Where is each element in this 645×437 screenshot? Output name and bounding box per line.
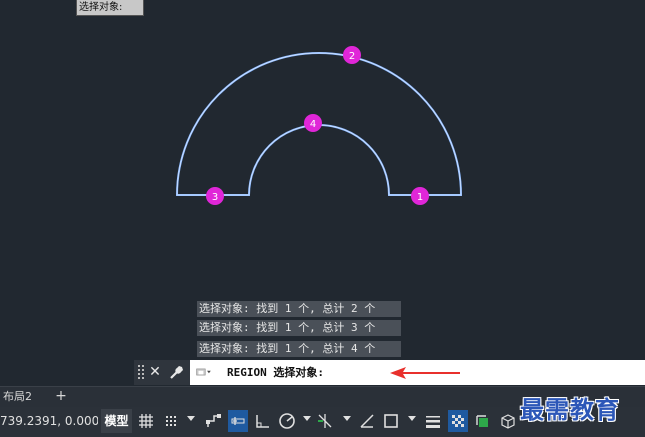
object-snap-dropdown-icon[interactable] — [408, 416, 416, 421]
marker-2: 2 — [343, 46, 361, 64]
close-icon[interactable]: ✕ — [147, 360, 163, 385]
wrench-icon[interactable] — [168, 360, 186, 385]
transparency-icon[interactable] — [448, 410, 468, 432]
add-layout-button[interactable]: + — [52, 387, 70, 406]
snap-dropdown-icon[interactable] — [187, 416, 195, 421]
object-snap-icon[interactable] — [381, 410, 401, 432]
command-prompt-icon[interactable] — [196, 365, 212, 379]
model-space-button[interactable]: 模型 — [101, 409, 132, 433]
command-line-tools: ✕ — [134, 360, 190, 385]
isometric-dropdown-icon[interactable] — [343, 416, 351, 421]
layout-tabs-bar: 布局2 + — [0, 386, 645, 407]
command-history-line-1: 选择对象: 找到 1 个, 总计 2 个 — [197, 301, 401, 317]
polar-dropdown-icon[interactable] — [303, 416, 311, 421]
drawing-canvas[interactable]: 选择对象: 1 2 3 4 选择对象: 找到 1 个, 总计 2 个 选择对象:… — [0, 0, 645, 437]
marker-3: 3 — [206, 187, 224, 205]
polar-tracking-icon[interactable] — [277, 410, 297, 432]
3d-object-snap-icon[interactable] — [498, 410, 518, 432]
object-snap-tracking-icon[interactable] — [357, 410, 377, 432]
marker-4-label: 4 — [310, 119, 316, 130]
command-line: ✕ REGION 选择对象: — [134, 360, 645, 385]
marker-2-label: 2 — [349, 51, 355, 62]
tab-layout-2[interactable]: 布局2 — [0, 387, 42, 406]
selection-cycling-icon[interactable] — [473, 410, 493, 432]
command-input[interactable]: REGION 选择对象: — [190, 360, 645, 385]
grid-icon[interactable] — [136, 410, 156, 432]
ortho-icon[interactable] — [252, 410, 272, 432]
marker-1: 1 — [411, 187, 429, 205]
status-bar: 739.2391, 0.0000 模型 — [0, 407, 645, 437]
marker-1-label: 1 — [417, 192, 423, 203]
grip-handle-icon[interactable] — [136, 360, 146, 385]
dynamic-input-icon[interactable] — [228, 410, 248, 432]
marker-4: 4 — [304, 114, 322, 132]
red-arrow-annotation — [390, 367, 460, 379]
command-history-line-3: 选择对象: 找到 1 个, 总计 4 个 — [197, 341, 401, 357]
isometric-drafting-icon[interactable] — [315, 410, 335, 432]
marker-3-label: 3 — [212, 192, 218, 203]
infer-constraints-icon[interactable] — [204, 410, 224, 432]
snap-icon[interactable] — [161, 410, 181, 432]
coordinates-readout[interactable]: 739.2391, 0.0000 — [0, 407, 98, 437]
command-history-line-2: 选择对象: 找到 1 个, 总计 3 个 — [197, 320, 401, 336]
lineweight-icon[interactable] — [423, 410, 443, 432]
command-text: REGION 选择对象: — [227, 366, 324, 379]
